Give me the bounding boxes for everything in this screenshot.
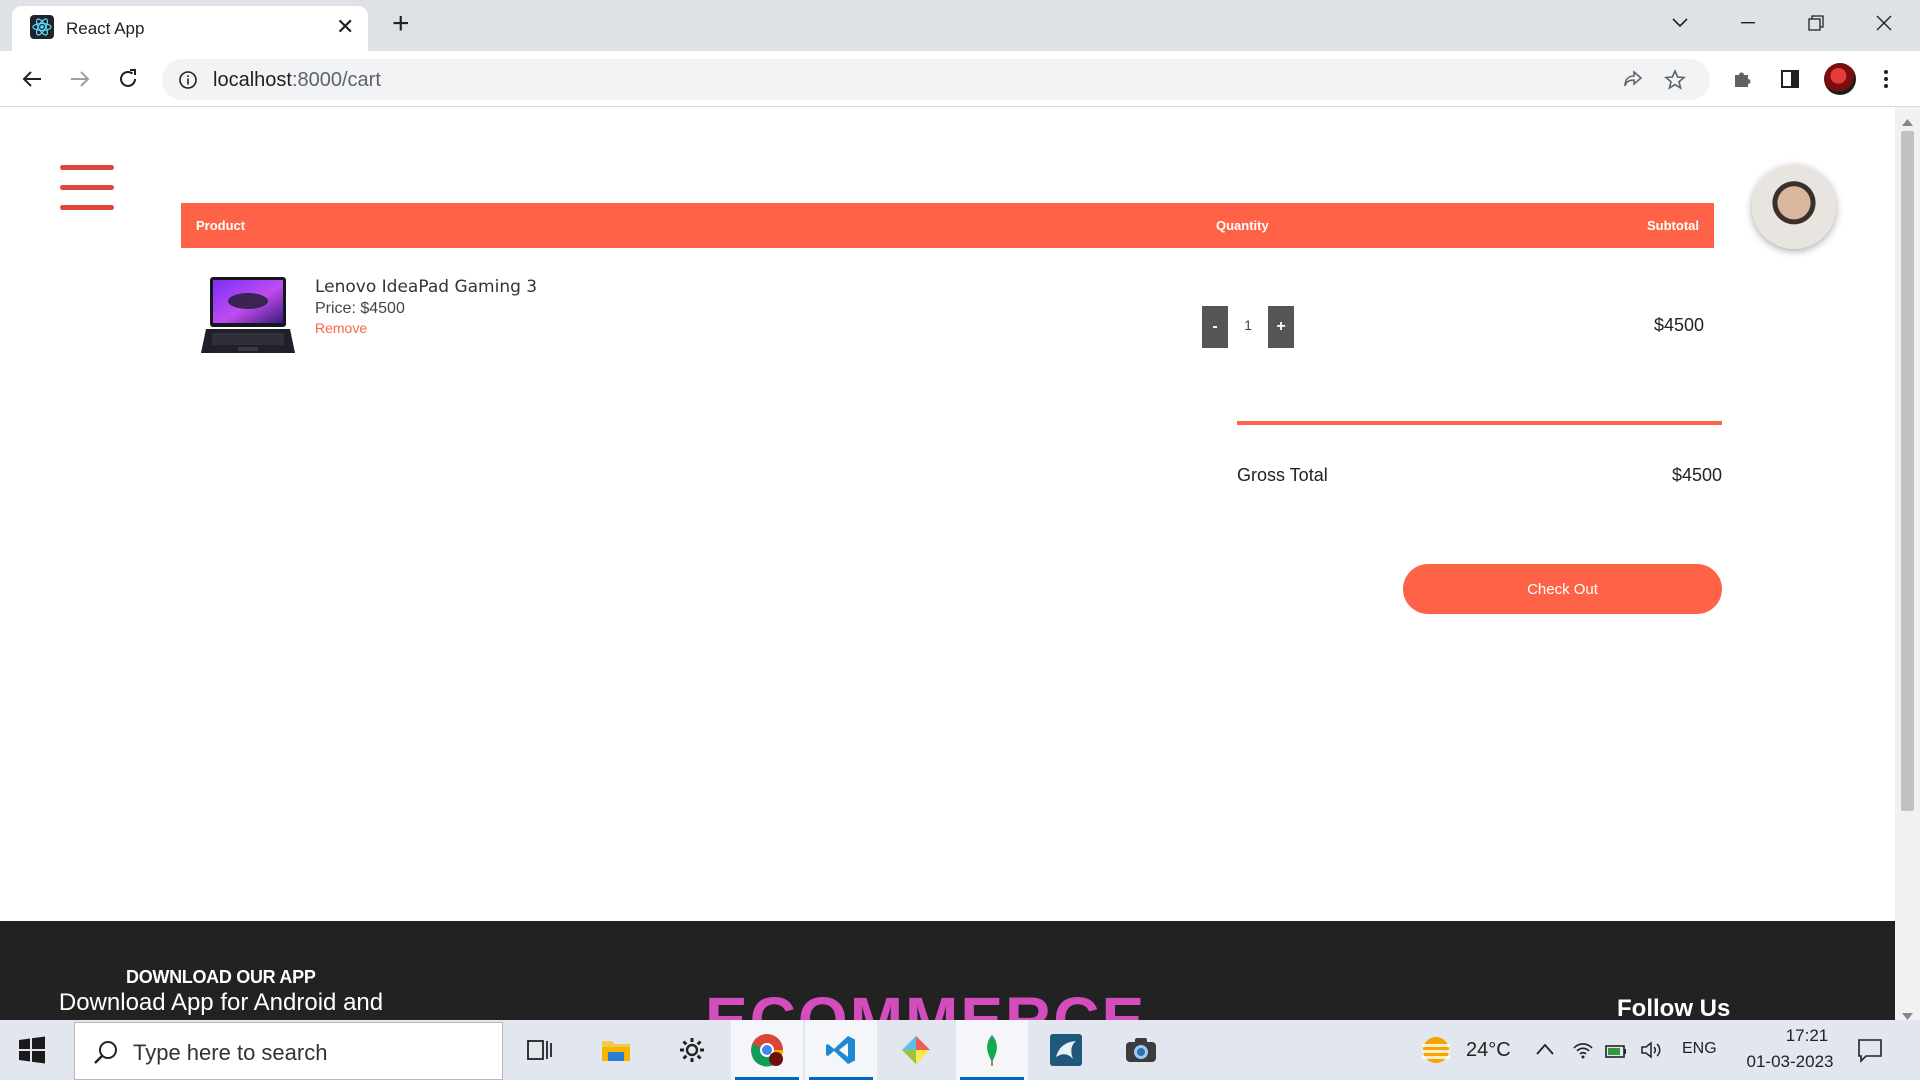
windows-taskbar: Type here to search 24°C ENG 17:21 01-03… (0, 1020, 1920, 1080)
remove-item-link[interactable]: Remove (315, 320, 367, 336)
decrease-quantity-button[interactable]: - (1202, 306, 1228, 348)
reload-icon[interactable] (112, 63, 144, 95)
url-host: localhost (213, 69, 292, 91)
gross-total-label: Gross Total (1237, 465, 1328, 485)
page-content: Product Quantity Subtotal Lenovo IdeaPad… (0, 107, 1895, 1020)
user-avatar[interactable] (1752, 165, 1836, 249)
volume-icon[interactable] (1640, 1040, 1664, 1065)
address-bar[interactable]: localhost:8000/cart (162, 59, 1710, 100)
increase-quantity-button[interactable]: + (1268, 306, 1294, 348)
product-price: Price: $4500 (315, 300, 405, 317)
camera-app-icon[interactable] (1105, 1020, 1177, 1080)
weather-temperature[interactable]: 24°C (1466, 1039, 1511, 1062)
side-panel-icon[interactable] (1774, 63, 1806, 95)
laptop-product-image[interactable] (200, 275, 296, 357)
tab-close-icon[interactable]: ✕ (336, 16, 354, 38)
weather-sun-icon[interactable] (1418, 1032, 1454, 1073)
more-menu-icon[interactable] (1870, 63, 1902, 95)
task-view-icon[interactable] (504, 1020, 576, 1080)
browser-tab-strip: React App ✕ + (0, 0, 1920, 51)
footer-logo: ECOMMERCE (705, 984, 1147, 1020)
notification-center-icon[interactable] (1856, 1036, 1884, 1069)
extensions-puzzle-icon[interactable] (1726, 63, 1758, 95)
gross-total-value: $4500 (1671, 465, 1722, 485)
browser-profile-avatar[interactable] (1824, 63, 1856, 95)
close-window-icon[interactable] (1854, 8, 1914, 38)
tab-title: React App (66, 19, 145, 38)
search-placeholder: Type here to search (133, 1040, 328, 1065)
item-subtotal: $4500 (1653, 315, 1704, 335)
back-arrow-icon[interactable] (16, 63, 48, 95)
footer: DOWNLOAD OUR APP Download App for Androi… (0, 921, 1895, 1020)
bookmark-star-icon[interactable] (1664, 68, 1686, 96)
clock-time[interactable]: 17:21 (1762, 1026, 1852, 1046)
wifi-icon[interactable] (1572, 1040, 1594, 1065)
language-indicator[interactable]: ENG (1682, 1040, 1717, 1058)
share-icon[interactable] (1622, 69, 1644, 96)
show-hidden-icons-chevron-icon[interactable] (1536, 1042, 1554, 1060)
page-scrollbar[interactable] (1895, 107, 1920, 1020)
footer-download-text: Download App for Android and IOS mobile … (58, 989, 384, 1020)
site-info-icon[interactable] (178, 70, 198, 95)
header-product: Product (196, 218, 246, 233)
browser-toolbar: localhost:8000/cart (0, 51, 1920, 107)
search-icon (93, 1039, 119, 1070)
scroll-up-arrow-icon[interactable] (1902, 113, 1913, 131)
windows-start-icon[interactable] (18, 1036, 46, 1064)
total-divider (1237, 421, 1722, 425)
scrollbar-thumb[interactable] (1901, 131, 1914, 811)
url-path: :8000/cart (291, 69, 381, 91)
mongodb-compass-icon[interactable] (956, 1020, 1028, 1080)
battery-icon[interactable] (1604, 1040, 1628, 1065)
header-subtotal: Subtotal (1647, 218, 1699, 233)
cart-item-row: Lenovo IdeaPad Gaming 3 Price: $4500 Rem… (181, 262, 1714, 372)
git-app-icon[interactable] (880, 1020, 952, 1080)
clock-date[interactable]: 01-03-2023 (1735, 1052, 1845, 1072)
url-text: localhost:8000/cart (213, 69, 381, 92)
tab-search-chevron-icon[interactable] (1650, 8, 1710, 38)
product-name[interactable]: Lenovo IdeaPad Gaming 3 (315, 277, 537, 297)
hamburger-menu-icon[interactable] (60, 163, 114, 213)
quantity-value: 1 (1244, 317, 1252, 333)
footer-follow-heading: Follow Us (1617, 995, 1731, 1020)
footer-heading: DOWNLOAD OUR APP (126, 967, 316, 987)
cart-header: Product Quantity Subtotal (181, 203, 1714, 248)
restore-icon[interactable] (1786, 8, 1846, 38)
new-tab-icon[interactable]: + (392, 9, 410, 39)
react-favicon-icon (30, 15, 54, 39)
settings-gear-icon[interactable] (656, 1020, 728, 1080)
vscode-taskbar-icon[interactable] (805, 1020, 877, 1080)
file-explorer-icon[interactable] (580, 1020, 652, 1080)
header-quantity: Quantity (1216, 218, 1269, 233)
taskbar-search-box[interactable]: Type here to search (74, 1022, 503, 1080)
mysql-workbench-icon[interactable] (1030, 1020, 1102, 1080)
browser-tab[interactable]: React App ✕ (12, 6, 368, 51)
chrome-taskbar-icon[interactable] (731, 1020, 803, 1080)
checkout-button[interactable]: Check Out (1403, 564, 1722, 614)
forward-arrow-icon[interactable] (64, 63, 96, 95)
minimize-icon[interactable] (1718, 8, 1778, 38)
